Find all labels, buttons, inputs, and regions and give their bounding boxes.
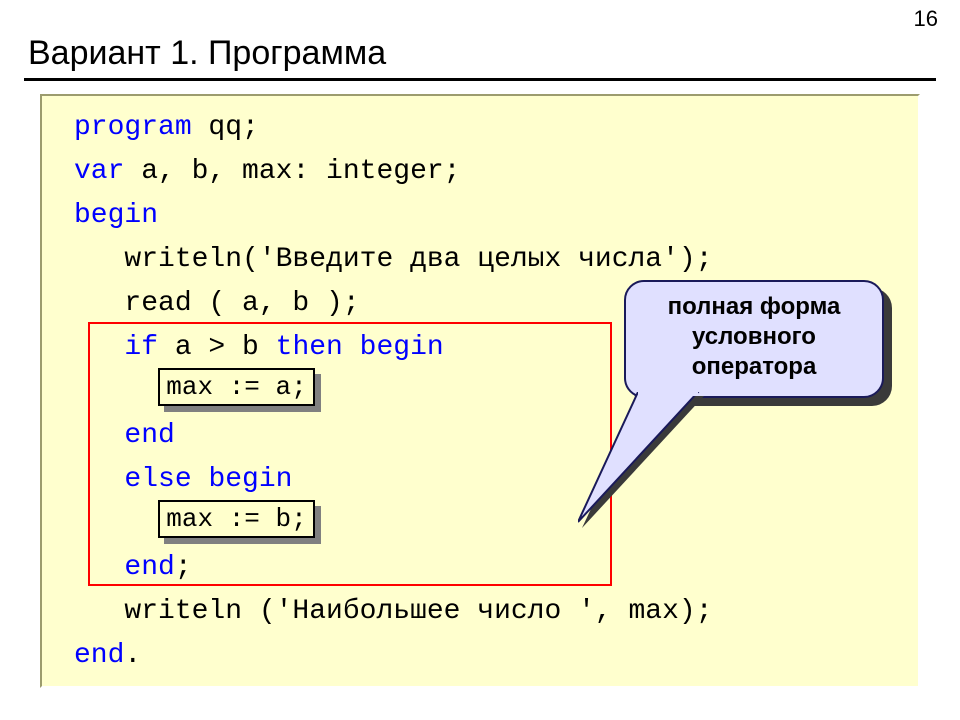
code-line-13: end. (74, 640, 141, 671)
code-line-5: read ( a, b ); (74, 288, 360, 319)
code-line-1: program qq; (74, 112, 259, 143)
snippet-b-text: max := b; (166, 504, 306, 534)
if-block-frame (88, 322, 612, 586)
slide-title: Вариант 1. Программа (28, 34, 386, 73)
title-rule (24, 78, 936, 81)
code-panel: program qq; var a, b, max: integer; begi… (40, 94, 920, 688)
code-line-3: begin (74, 200, 158, 231)
page-number: 16 (914, 6, 938, 32)
callout-text: полная форма условного оператора (668, 293, 841, 380)
slide: 16 Вариант 1. Программа program qq; var … (0, 0, 960, 720)
snippet-a: max := a; (158, 368, 315, 406)
callout-bubble: полная форма условного оператора (624, 280, 884, 398)
code-line-2: var a, b, max: integer; (74, 156, 460, 187)
code-line-4: writeln('Введите два целых числа'); (74, 244, 713, 275)
code-line-12: writeln ('Наибольшее число ', max); (74, 596, 713, 627)
snippet-a-text: max := a; (166, 372, 306, 402)
snippet-b: max := b; (158, 500, 315, 538)
